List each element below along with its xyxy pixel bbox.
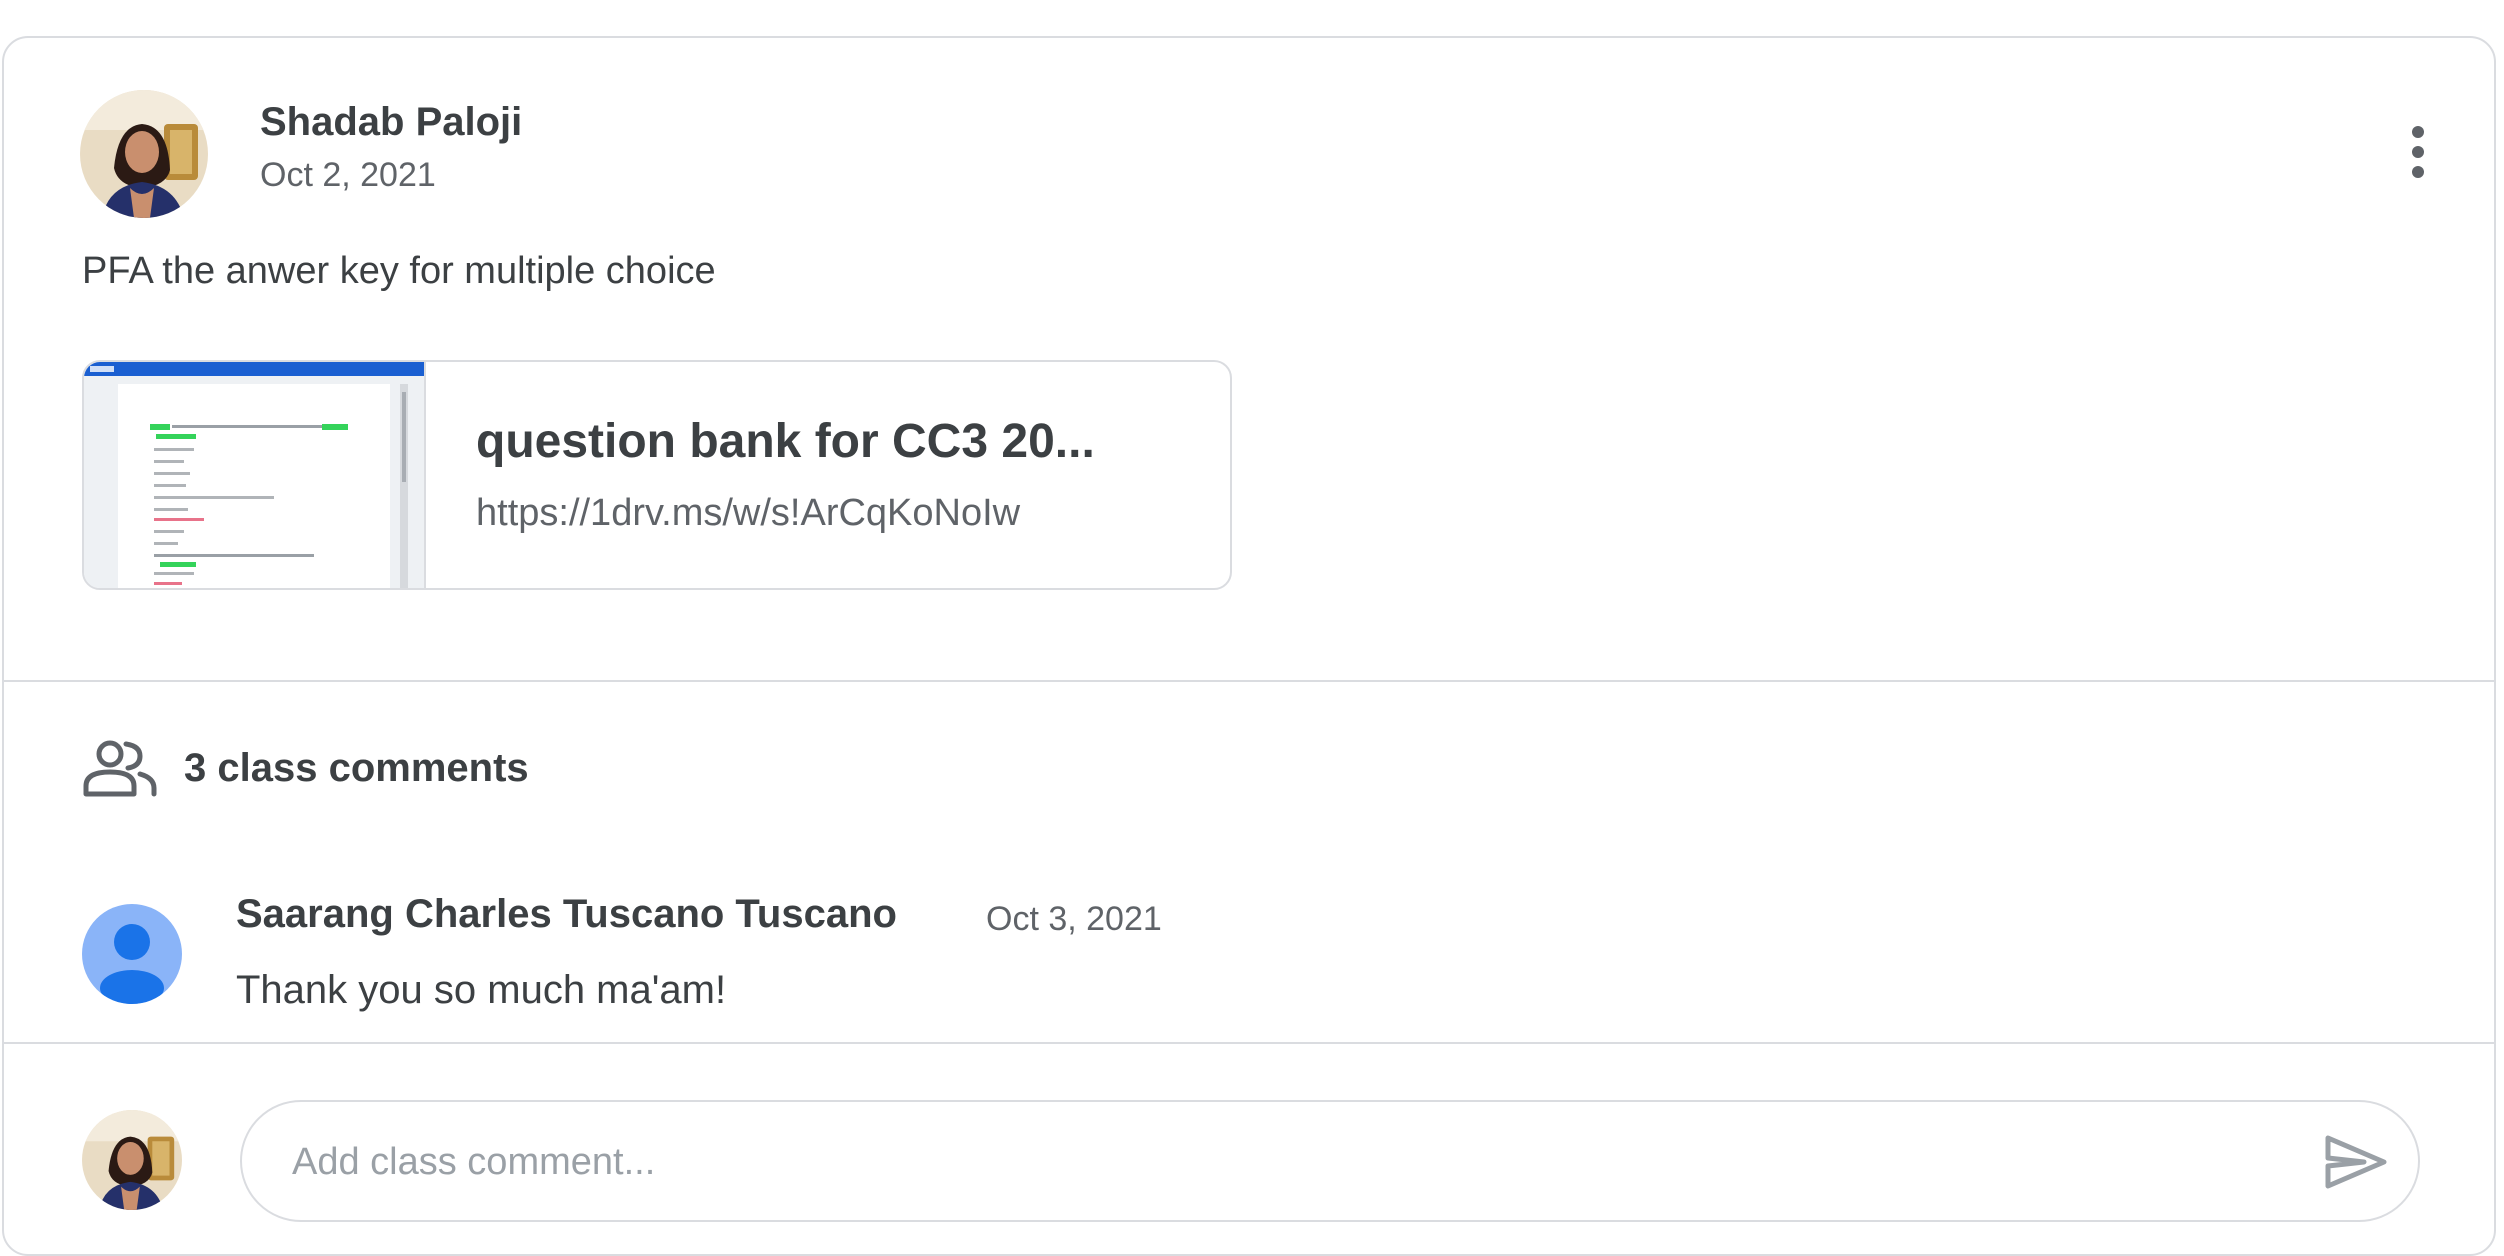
attachment-title: question bank for CC3 20... xyxy=(476,415,1095,468)
current-user-avatar xyxy=(82,1110,182,1210)
post-body-text: PFA the anwer key for multiple choice xyxy=(82,250,716,292)
section-divider xyxy=(4,680,2494,682)
post-header: Shadab Paloji Oct 2, 2021 xyxy=(80,90,2454,220)
more-options-button[interactable] xyxy=(2382,116,2454,188)
author-photo xyxy=(80,90,208,218)
post-date: Oct 2, 2021 xyxy=(260,156,436,194)
attachment-url: https://1drv.ms/w/s!ArCqKoNoIw xyxy=(476,492,1021,534)
comments-count-label: 3 class comments xyxy=(184,745,529,790)
author-avatar[interactable] xyxy=(80,90,208,218)
current-user-photo xyxy=(82,1110,182,1210)
post-author-name: Shadab Paloji xyxy=(260,100,523,144)
document-preview-icon xyxy=(84,362,424,588)
comment-item: Saarang Charles Tuscano Tuscano Oct 3, 2… xyxy=(82,854,2454,1012)
link-attachment[interactable]: question bank for CC3 20... https://1drv… xyxy=(82,360,1232,590)
people-icon xyxy=(83,740,157,797)
stream-post-card: Shadab Paloji Oct 2, 2021 PFA the anwer … xyxy=(2,36,2496,1256)
attachment-thumbnail xyxy=(84,362,426,588)
comment-text: Thank you so much ma'am! xyxy=(236,968,727,1012)
commenter-avatar[interactable] xyxy=(82,904,182,1004)
section-divider xyxy=(4,1042,2494,1044)
send-comment-button[interactable] xyxy=(2324,1130,2388,1194)
more-vert-icon xyxy=(2412,126,2424,178)
add-comment-input[interactable] xyxy=(290,1102,2274,1222)
send-icon xyxy=(2325,1135,2387,1189)
comment-date: Oct 3, 2021 xyxy=(986,900,1162,938)
comment-author: Saarang Charles Tuscano Tuscano xyxy=(236,892,897,936)
class-comments-toggle[interactable]: 3 class comments xyxy=(82,738,529,798)
comment-input-container xyxy=(240,1100,2420,1222)
default-avatar-icon xyxy=(100,924,164,1004)
